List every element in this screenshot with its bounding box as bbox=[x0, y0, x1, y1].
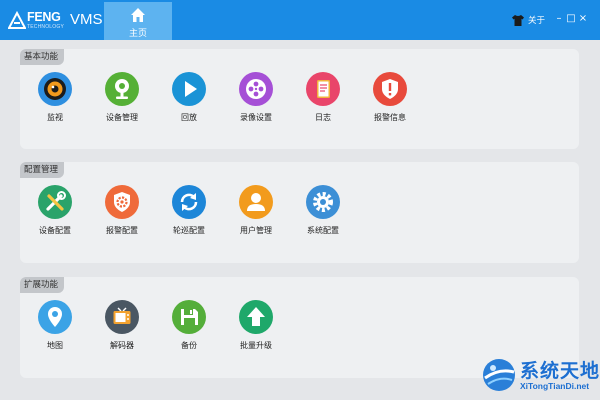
map-button[interactable]: 地图 bbox=[25, 300, 85, 356]
playback-label: 回放 bbox=[181, 113, 197, 122]
alert-shield-icon bbox=[373, 72, 407, 106]
backup-button[interactable]: 备份 bbox=[159, 300, 219, 356]
playback-button[interactable]: 回放 bbox=[159, 72, 219, 128]
user-management-label: 用户管理 bbox=[240, 226, 272, 235]
log-label: 日志 bbox=[315, 113, 331, 122]
device-config-button[interactable]: 设备配置 bbox=[25, 185, 85, 241]
maximize-button[interactable]: □ bbox=[565, 12, 577, 26]
app-name: VMS bbox=[70, 11, 103, 28]
recording-settings-button[interactable]: 录像设置 bbox=[226, 72, 286, 128]
decoder-button[interactable]: 解码器 bbox=[92, 300, 152, 356]
alarm-config-label: 报警配置 bbox=[106, 226, 138, 235]
backup-label: 备份 bbox=[181, 341, 197, 350]
user-icon bbox=[239, 185, 273, 219]
user-management-button[interactable]: 用户管理 bbox=[226, 185, 286, 241]
alarm-info-label: 报警信息 bbox=[374, 113, 406, 122]
panel-title: 扩展功能 bbox=[20, 277, 65, 293]
recording-settings-label: 录像设置 bbox=[240, 113, 272, 122]
tshirt-icon bbox=[512, 15, 524, 26]
close-button[interactable]: × bbox=[577, 12, 589, 26]
globe-logo-icon bbox=[483, 359, 515, 391]
app-logo: FENG TECHNOLOGY bbox=[8, 9, 78, 33]
watermark: 系统天地 XiTongTianDi.net bbox=[478, 352, 600, 398]
logo-mark-icon bbox=[8, 11, 26, 29]
device-management-label: 设备管理 bbox=[106, 113, 138, 122]
device-config-label: 设备配置 bbox=[39, 226, 71, 235]
monitor-label: 监视 bbox=[47, 113, 63, 122]
tools-icon bbox=[38, 185, 72, 219]
patrol-config-button[interactable]: 轮巡配置 bbox=[159, 185, 219, 241]
system-config-button[interactable]: 系统配置 bbox=[293, 185, 353, 241]
refresh-icon bbox=[172, 185, 206, 219]
play-icon bbox=[172, 72, 206, 106]
notebook-icon bbox=[306, 72, 340, 106]
patrol-config-label: 轮巡配置 bbox=[173, 226, 205, 235]
alarm-config-button[interactable]: 报警配置 bbox=[92, 185, 152, 241]
film-reel-icon bbox=[239, 72, 273, 106]
upload-arrow-icon bbox=[239, 300, 273, 334]
panel-basic-functions: 基本功能 监视 设备管理 回放 录像设置 日志 报警信息 bbox=[20, 49, 579, 149]
log-button[interactable]: 日志 bbox=[293, 72, 353, 128]
panel-title: 配置管理 bbox=[20, 162, 65, 178]
panel-title: 基本功能 bbox=[20, 49, 65, 65]
logo-subtext: TECHNOLOGY bbox=[27, 24, 65, 30]
title-bar: FENG TECHNOLOGY VMS 主页 关于 – □ × bbox=[0, 0, 600, 40]
minimize-button[interactable]: – bbox=[553, 12, 565, 26]
watermark-en-text: XiTongTianDi.net bbox=[520, 381, 590, 391]
batch-upgrade-button[interactable]: 批量升级 bbox=[226, 300, 286, 356]
decoder-label: 解码器 bbox=[110, 341, 134, 350]
map-label: 地图 bbox=[47, 341, 63, 350]
map-pin-icon bbox=[38, 300, 72, 334]
tab-home-label: 主页 bbox=[128, 29, 147, 39]
webcam-icon bbox=[105, 72, 139, 106]
tab-home[interactable]: 主页 bbox=[104, 2, 172, 40]
gear-shield-icon bbox=[105, 185, 139, 219]
floppy-icon bbox=[172, 300, 206, 334]
alarm-info-button[interactable]: 报警信息 bbox=[360, 72, 420, 128]
system-config-label: 系统配置 bbox=[307, 226, 339, 235]
logo-text: FENG bbox=[27, 10, 61, 24]
settings-icon bbox=[306, 185, 340, 219]
device-management-button[interactable]: 设备管理 bbox=[92, 72, 152, 128]
home-icon bbox=[131, 8, 145, 22]
camera-lens-icon bbox=[38, 72, 72, 106]
watermark-cn-text: 系统天地 bbox=[520, 360, 600, 382]
batch-upgrade-label: 批量升级 bbox=[240, 341, 272, 350]
monitor-button[interactable]: 监视 bbox=[25, 72, 85, 128]
about-label: 关于 bbox=[528, 16, 546, 26]
panel-config-management: 配置管理 设备配置 报警配置 轮巡配置 用户管理 系统配置 bbox=[20, 162, 579, 263]
tv-icon bbox=[105, 300, 139, 334]
